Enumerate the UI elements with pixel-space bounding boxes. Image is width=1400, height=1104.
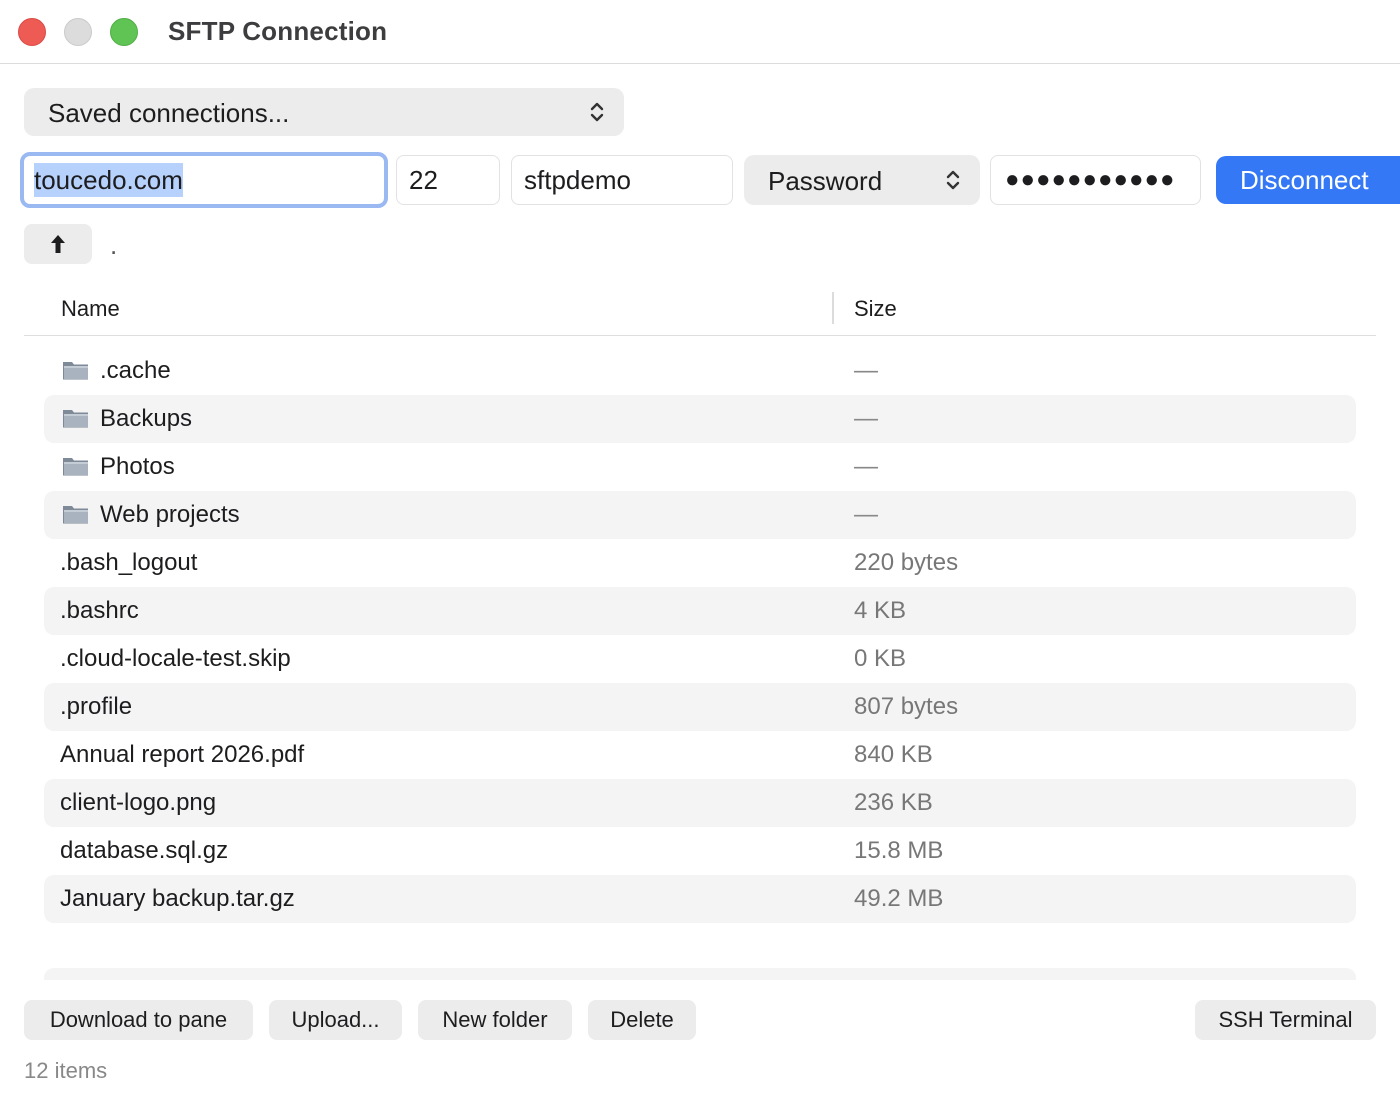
auth-method-label: Password: [768, 166, 883, 196]
file-name: .cloud-locale-test.skip: [60, 645, 291, 672]
saved-connections-label: Saved connections...: [48, 98, 290, 128]
file-size: 4 KB: [854, 597, 907, 624]
new-folder-button[interactable]: New folder: [418, 1000, 572, 1040]
file-name: database.sql.gz: [60, 837, 229, 864]
table-row[interactable]: .profile 807 bytes: [44, 683, 1356, 731]
file-name: Backups: [100, 405, 193, 432]
arrow-up-icon: [51, 235, 65, 253]
item-count-status: 12 items: [24, 1058, 108, 1083]
file-size: —: [854, 501, 878, 528]
folder-icon: [62, 502, 90, 526]
chevron-up-down-icon: [946, 170, 960, 190]
file-size: 15.8 MB: [854, 837, 944, 864]
folder-icon: [62, 406, 90, 430]
table-row[interactable]: .bash_logout 220 bytes: [44, 539, 1356, 587]
ssh-terminal-button[interactable]: SSH Terminal: [1195, 1000, 1376, 1040]
column-divider[interactable]: [832, 292, 834, 324]
delete-button[interactable]: Delete: [588, 1000, 696, 1040]
column-header-size[interactable]: Size: [854, 296, 897, 322]
file-name: Photos: [100, 453, 175, 480]
title-bar: SFTP Connection: [0, 0, 1400, 64]
file-name: .profile: [60, 693, 133, 720]
table-row[interactable]: client-logo.png 236 KB: [44, 779, 1356, 827]
table-row[interactable]: database.sql.gz 15.8 MB: [44, 827, 1356, 875]
file-size: 49.2 MB: [854, 885, 944, 912]
close-window-button[interactable]: [18, 18, 46, 46]
file-size: —: [854, 453, 878, 480]
file-name: .cache: [100, 357, 171, 384]
file-name: .bashrc: [60, 597, 139, 624]
table-row[interactable]: Web projects —: [44, 491, 1356, 539]
host-input-selected-text: toucedo.com: [34, 163, 183, 197]
file-name: .bash_logout: [60, 549, 198, 576]
file-size: 807 bytes: [854, 693, 959, 720]
file-size: 0 KB: [854, 645, 907, 672]
username-input[interactable]: sftpdemo: [511, 155, 733, 205]
table-row[interactable]: .cloud-locale-test.skip 0 KB: [44, 635, 1356, 683]
port-input[interactable]: 22: [396, 155, 500, 205]
download-to-pane-button[interactable]: Download to pane: [24, 1000, 253, 1040]
folder-icon: [62, 358, 90, 382]
file-name: Annual report 2026.pdf: [60, 741, 305, 768]
file-size: 840 KB: [854, 741, 933, 768]
window-title: SFTP Connection: [168, 16, 388, 46]
minimize-window-button[interactable]: [64, 18, 92, 46]
file-name: client-logo.png: [60, 789, 217, 816]
file-size: 220 bytes: [854, 549, 959, 576]
table-row[interactable]: Backups —: [44, 395, 1356, 443]
file-list: .cache — Backups — Photos — Web projects — .bash…: [44, 347, 1356, 923]
disconnect-button[interactable]: Disconnect: [1216, 156, 1400, 204]
host-input[interactable]: toucedo.com: [20, 152, 388, 208]
file-name: Web projects: [100, 501, 240, 528]
table-row[interactable]: Annual report 2026.pdf 840 KB: [44, 731, 1356, 779]
folder-icon: [62, 454, 90, 478]
file-size: 236 KB: [854, 789, 933, 816]
table-row[interactable]: January backup.tar.gz 49.2 MB: [44, 875, 1356, 923]
current-path: .: [110, 230, 118, 260]
go-up-button[interactable]: [24, 224, 92, 264]
zoom-window-button[interactable]: [110, 18, 138, 46]
file-name: January backup.tar.gz: [60, 885, 295, 912]
table-row[interactable]: .cache —: [44, 347, 1356, 395]
password-input[interactable]: ●●●●●●●●●●●: [990, 155, 1201, 205]
auth-method-popup[interactable]: Password: [744, 155, 980, 205]
file-size: —: [854, 405, 878, 432]
table-row[interactable]: Photos —: [44, 443, 1356, 491]
file-table-header: Name Size: [24, 284, 1376, 336]
upload-button[interactable]: Upload...: [269, 1000, 402, 1040]
file-size: —: [854, 357, 878, 384]
table-row-partial: [44, 968, 1356, 980]
saved-connections-popup[interactable]: Saved connections...: [24, 88, 624, 136]
chevron-up-down-icon: [590, 102, 604, 122]
table-row[interactable]: .bashrc 4 KB: [44, 587, 1356, 635]
column-header-name[interactable]: Name: [61, 296, 120, 322]
